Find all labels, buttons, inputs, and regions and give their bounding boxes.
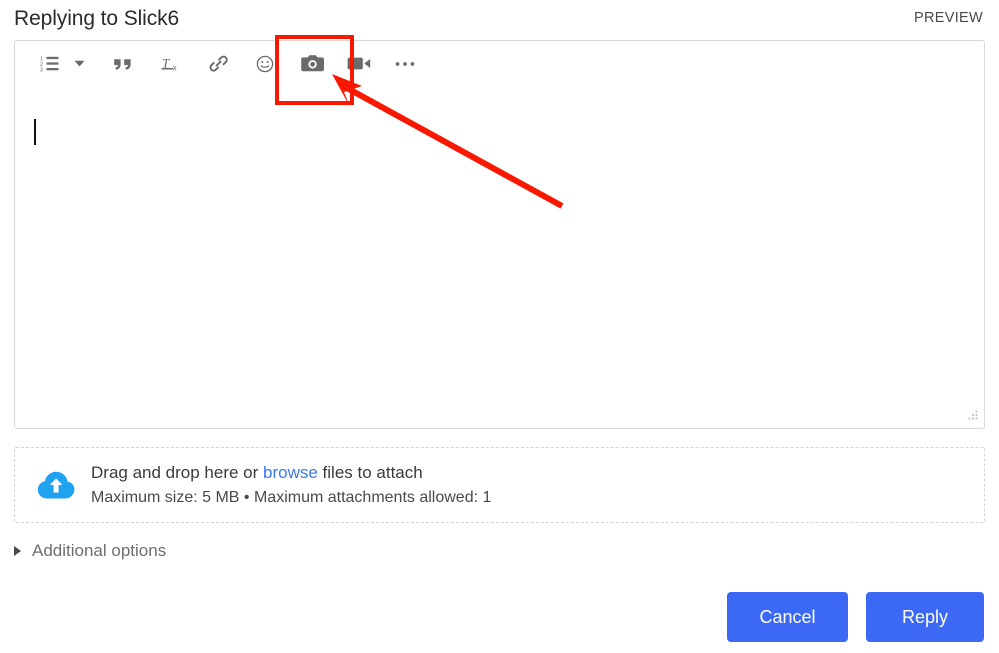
emoji-icon[interactable] bbox=[247, 47, 283, 81]
rich-text-editor: 1 2 3 T x bbox=[14, 40, 985, 429]
resize-handle-icon[interactable] bbox=[966, 410, 979, 423]
attachment-dropzone[interactable]: Drag and drop here or browse files to at… bbox=[14, 447, 985, 523]
remove-formatting-icon[interactable]: T x bbox=[153, 47, 189, 81]
preview-toggle[interactable]: PREVIEW bbox=[914, 10, 983, 26]
cloud-upload-icon bbox=[37, 471, 75, 499]
dropzone-limits-text: Maximum size: 5 MB • Maximum attachments… bbox=[91, 488, 492, 506]
toolbar-spacer-1 bbox=[91, 63, 105, 64]
video-camera-icon[interactable] bbox=[341, 47, 377, 81]
svg-text:x: x bbox=[173, 63, 177, 72]
blockquote-icon[interactable] bbox=[105, 47, 141, 81]
reply-button[interactable]: Reply bbox=[866, 592, 984, 642]
dropzone-suffix: files to attach bbox=[317, 463, 423, 483]
chevron-down-icon[interactable] bbox=[67, 47, 91, 81]
cancel-button[interactable]: Cancel bbox=[727, 592, 848, 642]
editor-toolbar: 1 2 3 T x bbox=[15, 41, 984, 86]
dropzone-prefix: Drag and drop here or bbox=[91, 463, 263, 483]
compose-textarea[interactable] bbox=[15, 86, 984, 428]
header: Replying to Slick6 PREVIEW bbox=[0, 0, 999, 36]
triangle-right-icon bbox=[14, 546, 21, 556]
page-title: Replying to Slick6 bbox=[14, 6, 180, 30]
toolbar-spacer-5 bbox=[283, 63, 295, 64]
toolbar-spacer-6 bbox=[331, 63, 341, 64]
link-icon[interactable] bbox=[201, 47, 237, 81]
toolbar-spacer-4 bbox=[237, 63, 247, 64]
dropzone-primary-text: Drag and drop here or browse files to at… bbox=[91, 462, 491, 483]
camera-icon[interactable] bbox=[295, 47, 331, 81]
more-options-icon[interactable] bbox=[387, 47, 423, 81]
dropzone-text: Drag and drop here or browse files to at… bbox=[91, 462, 491, 507]
footer-actions: Cancel Reply bbox=[727, 592, 984, 642]
toolbar-spacer-7 bbox=[377, 63, 387, 64]
text-caret bbox=[34, 119, 36, 145]
additional-options-label: Additional options bbox=[32, 541, 167, 560]
toolbar-spacer-2 bbox=[141, 63, 153, 64]
toolbar-spacer-3 bbox=[189, 63, 201, 64]
additional-options-toggle[interactable]: Additional options bbox=[14, 541, 166, 561]
reply-composer-screen: Replying to Slick6 PREVIEW 1 2 3 T x Dra… bbox=[0, 0, 999, 653]
svg-text:3: 3 bbox=[40, 68, 43, 72]
browse-link[interactable]: browse bbox=[263, 463, 318, 482]
numbered-list-icon[interactable]: 1 2 3 bbox=[31, 47, 67, 81]
